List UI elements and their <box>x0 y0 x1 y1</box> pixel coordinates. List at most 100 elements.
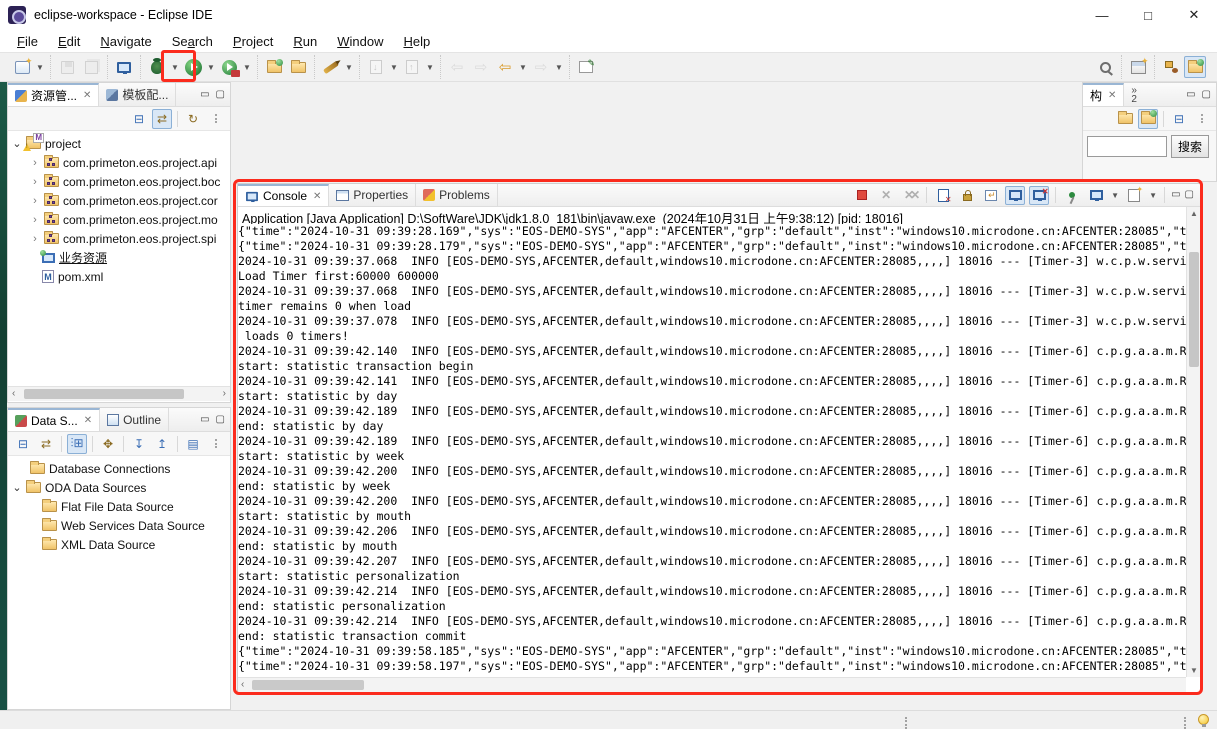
tab-problems[interactable]: Problems <box>416 184 498 206</box>
mark-occurrences-dropdown[interactable]: ▼ <box>344 56 354 78</box>
collapse-all-button[interactable]: ⊟ <box>1169 109 1189 129</box>
scroll-right-icon[interactable]: › <box>223 388 226 399</box>
last-edit-location-button[interactable] <box>575 56 597 78</box>
menu-help[interactable]: Help <box>394 32 439 51</box>
minimize-view-icon[interactable]: ▭ <box>1171 190 1180 200</box>
console-horizontal-scrollbar[interactable]: ‹ <box>238 677 1186 692</box>
menu-navigate[interactable]: Navigate <box>91 32 160 51</box>
tree-mode-button[interactable]: ⫶⊞ <box>67 434 87 454</box>
remove-launch-button[interactable]: ✕ <box>876 186 896 205</box>
tree-item-xml-data-source[interactable]: XML Data Source <box>8 535 230 554</box>
maximize-window-button[interactable]: □ <box>1125 0 1171 30</box>
expander-icon[interactable]: ⌄ <box>12 481 22 494</box>
next-annotation-dropdown[interactable]: ▼ <box>389 56 399 78</box>
forward-to-edit-button[interactable]: ⇨ <box>470 56 492 78</box>
run-dropdown[interactable]: ▼ <box>206 56 216 78</box>
view-menu-button[interactable] <box>206 434 226 454</box>
tree-item-pom-xml[interactable]: M pom.xml <box>8 267 230 286</box>
maximize-view-icon[interactable]: ▢ <box>216 90 225 100</box>
debug-dropdown[interactable]: ▼ <box>170 56 180 78</box>
expander-icon[interactable]: ⌄ <box>12 137 22 150</box>
tree-item-module-api[interactable]: › com.primeton.eos.project.api <box>8 153 230 172</box>
tab-template-config[interactable]: 模板配... <box>99 83 176 106</box>
export-button[interactable]: ↥ <box>152 434 172 454</box>
tree-item-project[interactable]: ⌄ M project <box>8 134 230 153</box>
save-all-button[interactable] <box>80 56 102 78</box>
external-tools-button[interactable] <box>218 56 240 78</box>
external-tools-dropdown[interactable]: ▼ <box>242 56 252 78</box>
view-menu-button[interactable] <box>1192 109 1212 129</box>
explorer-horizontal-scrollbar[interactable]: ‹ › <box>8 386 230 401</box>
word-wrap-button[interactable] <box>981 186 1001 205</box>
refresh-datasource-button[interactable]: ✥ <box>98 434 118 454</box>
console-output[interactable]: Application [Java Application] D:\SoftWa… <box>238 207 1186 677</box>
clear-console-button[interactable] <box>933 186 953 205</box>
remove-all-terminated-button[interactable]: ✕✕ <box>900 186 920 205</box>
scrollbar-thumb[interactable] <box>252 680 364 690</box>
expander-icon[interactable]: › <box>30 233 40 245</box>
maximize-view-icon[interactable]: ▢ <box>216 415 225 425</box>
maximize-view-icon[interactable]: ▢ <box>1202 90 1211 100</box>
save-view-button[interactable]: ▤ <box>183 434 203 454</box>
scroll-left-icon[interactable]: ‹ <box>12 388 15 399</box>
debug-button[interactable] <box>146 56 168 78</box>
refresh-button[interactable]: ↻ <box>183 109 203 129</box>
menu-search[interactable]: Search <box>163 32 222 51</box>
tree-item-module-boc[interactable]: › com.primeton.eos.project.boc <box>8 172 230 191</box>
back-dropdown[interactable]: ▼ <box>518 56 528 78</box>
open-perspective-button[interactable] <box>1127 56 1149 78</box>
close-window-button[interactable]: ✕ <box>1171 0 1217 30</box>
display-console-dropdown[interactable]: ▼ <box>1110 184 1120 206</box>
close-tab-icon[interactable]: ✕ <box>84 415 92 426</box>
collapse-all-button[interactable]: ⊟ <box>13 434 33 454</box>
maximize-view-icon[interactable]: ▢ <box>1185 190 1194 200</box>
minimize-view-icon[interactable]: ▭ <box>200 415 209 425</box>
tree-item-oda-data-sources[interactable]: ⌄ ODA Data Sources <box>8 478 230 497</box>
scrollbar-thumb[interactable] <box>1189 252 1199 367</box>
sync-folder-button[interactable] <box>1138 109 1158 129</box>
terminate-button[interactable] <box>852 186 872 205</box>
run-button[interactable] <box>182 56 204 78</box>
menu-run[interactable]: Run <box>284 32 326 51</box>
tab-data-source[interactable]: Data S... ✕ <box>8 408 100 431</box>
scroll-lock-button[interactable] <box>957 186 977 205</box>
pin-console-button[interactable] <box>1062 186 1082 205</box>
project-tree[interactable]: ⌄ M project › com.primeton.eos.project.a… <box>8 131 230 386</box>
open-console-view-button[interactable] <box>113 56 135 78</box>
tree-item-module-mo[interactable]: › com.primeton.eos.project.mo <box>8 210 230 229</box>
resource-perspective-button[interactable] <box>1184 56 1206 78</box>
display-console-button[interactable] <box>1086 186 1106 205</box>
tab-properties[interactable]: Properties <box>329 184 416 206</box>
minimize-view-icon[interactable]: ▭ <box>200 90 209 100</box>
tab-console[interactable]: Console ✕ <box>238 184 329 206</box>
import-button[interactable]: ↧ <box>129 434 149 454</box>
component-folder-button[interactable] <box>1115 109 1135 129</box>
next-annotation-button[interactable] <box>365 56 387 78</box>
back-to-edit-button[interactable]: ⇦ <box>446 56 468 78</box>
menu-project[interactable]: Project <box>224 32 282 51</box>
expander-icon[interactable]: › <box>30 195 40 207</box>
expander-icon[interactable]: › <box>30 157 40 169</box>
tree-item-flat-file-data-source[interactable]: Flat File Data Source <box>8 497 230 516</box>
tab-build[interactable]: 构 ✕ <box>1083 83 1124 106</box>
scroll-up-icon[interactable]: ▲ <box>1190 209 1198 218</box>
open-console-button[interactable] <box>1124 186 1144 205</box>
back-button[interactable]: ⇦ <box>494 56 516 78</box>
scrollbar-thumb[interactable] <box>24 389 184 399</box>
close-tab-icon[interactable]: ✕ <box>83 90 91 101</box>
tree-item-business-resource[interactable]: 业务资源 <box>8 248 230 267</box>
close-tab-icon[interactable]: ✕ <box>1108 90 1116 101</box>
tab-overflow[interactable]: »2 <box>1124 83 1144 106</box>
open-console-dropdown[interactable]: ▼ <box>1148 184 1158 206</box>
view-menu-button[interactable] <box>206 109 226 129</box>
menu-edit[interactable]: Edit <box>49 32 89 51</box>
open-type-button[interactable] <box>287 56 309 78</box>
expander-icon[interactable]: › <box>30 214 40 226</box>
tab-outline[interactable]: Outline <box>100 408 169 431</box>
search-input[interactable] <box>1087 136 1167 157</box>
new-dropdown[interactable]: ▼ <box>35 56 45 78</box>
search-toolbar-button[interactable] <box>1094 56 1116 78</box>
show-stdout-button[interactable] <box>1005 186 1025 205</box>
scroll-down-icon[interactable]: ▼ <box>1190 666 1198 675</box>
scroll-left-icon[interactable]: ‹ <box>241 679 244 690</box>
